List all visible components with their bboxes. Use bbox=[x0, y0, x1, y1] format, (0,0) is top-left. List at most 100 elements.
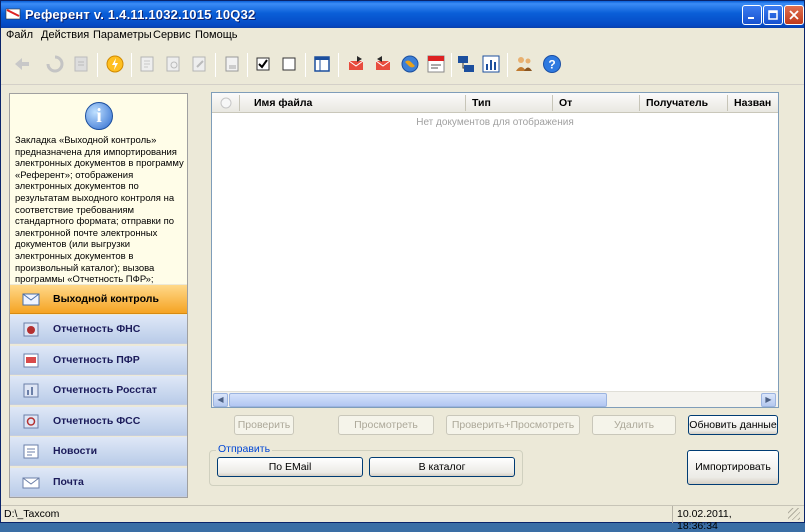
send-email-button[interactable]: По EMail bbox=[217, 457, 363, 477]
import-arrow-icon[interactable] bbox=[12, 54, 32, 74]
report-test-icon[interactable] bbox=[426, 54, 446, 74]
import-button[interactable]: Импортировать bbox=[687, 450, 779, 485]
status-path: D:\_Taxcom bbox=[4, 508, 60, 520]
nav-label: Отчетность ФСС bbox=[53, 415, 141, 427]
network-icon[interactable] bbox=[456, 54, 476, 74]
column-separator bbox=[727, 95, 728, 111]
toolbar: ? bbox=[1, 45, 804, 85]
refresh-icon[interactable] bbox=[45, 54, 65, 74]
menu-bar: Файл Действия Параметры Сервис Помощь bbox=[1, 28, 804, 44]
maximize-icon bbox=[768, 10, 778, 20]
left-panel: i Закладка «Выходной контроль» предназна… bbox=[9, 93, 188, 498]
column-header-name[interactable]: Назван bbox=[734, 97, 771, 109]
sign-icon[interactable] bbox=[105, 54, 125, 74]
nav-label: Отчетность ПФР bbox=[53, 354, 140, 366]
app-window: Референт v. 1.4.11.1032.1015 10Q32 Файл … bbox=[0, 0, 805, 532]
toolbar-separator bbox=[97, 53, 98, 77]
chart-icon[interactable] bbox=[481, 54, 501, 74]
nav-pfr[interactable]: Отчетность ПФР bbox=[10, 346, 187, 375]
svg-text:?: ? bbox=[548, 58, 555, 72]
mail-send-icon[interactable] bbox=[346, 54, 366, 74]
column-separator bbox=[639, 95, 640, 111]
window-title: Референт v. 1.4.11.1032.1015 10Q32 bbox=[25, 7, 256, 22]
title-bar[interactable]: Референт v. 1.4.11.1032.1015 10Q32 bbox=[1, 1, 804, 28]
scroll-thumb[interactable] bbox=[229, 393, 607, 407]
minimize-button[interactable] bbox=[742, 5, 762, 25]
close-icon bbox=[789, 10, 799, 20]
nav-mail[interactable]: Почта bbox=[10, 468, 187, 497]
uncheck-all-icon[interactable] bbox=[279, 54, 299, 74]
check-all-icon[interactable] bbox=[253, 54, 273, 74]
column-header-recipient[interactable]: Получатель bbox=[646, 97, 708, 109]
refresh-data-button[interactable]: Обновить данные bbox=[688, 415, 778, 435]
document-check-icon[interactable] bbox=[137, 54, 157, 74]
toolbar-separator bbox=[451, 53, 452, 77]
fss-icon bbox=[23, 414, 39, 429]
nav-rosstat[interactable]: Отчетность Росстат bbox=[10, 376, 187, 405]
app-logo-icon bbox=[5, 8, 21, 20]
help-icon[interactable]: ? bbox=[542, 54, 562, 74]
check-button[interactable]: Проверить bbox=[234, 415, 294, 435]
nav-news[interactable]: Новости bbox=[10, 437, 187, 466]
news-icon bbox=[23, 444, 39, 459]
column-separator bbox=[239, 95, 240, 111]
document-view-icon[interactable] bbox=[163, 54, 183, 74]
delete-button[interactable]: Удалить bbox=[592, 415, 676, 435]
nav-output-control[interactable]: Выходной контроль bbox=[10, 285, 187, 314]
columns-icon[interactable] bbox=[312, 54, 332, 74]
select-all-icon[interactable] bbox=[220, 97, 232, 109]
menu-actions[interactable]: Действия bbox=[41, 29, 89, 41]
send-to-catalog-button[interactable]: В каталог bbox=[369, 457, 515, 477]
documents-grid[interactable]: Имя файла Тип От Получатель Назван Нет д… bbox=[211, 92, 779, 408]
nav-label: Выходной контроль bbox=[53, 293, 159, 305]
column-header-filename[interactable]: Имя файла bbox=[254, 97, 312, 109]
grid-header: Имя файла Тип От Получатель Назван bbox=[212, 93, 778, 113]
column-separator bbox=[552, 95, 553, 111]
status-bar: D:\_Taxcom 10.02.2011, 18:36:34 bbox=[1, 505, 804, 532]
globe-icon[interactable] bbox=[400, 54, 420, 74]
toolbar-separator bbox=[338, 53, 339, 77]
maximize-button[interactable] bbox=[763, 5, 783, 25]
fns-icon bbox=[23, 322, 39, 337]
toolbar-separator bbox=[507, 53, 508, 77]
nav-label: Новости bbox=[53, 445, 98, 457]
mail-receive-icon[interactable] bbox=[373, 54, 393, 74]
nav-label: Отчетность ФНС bbox=[53, 323, 141, 335]
users-icon[interactable] bbox=[514, 54, 534, 74]
send-group-label: Отправить bbox=[216, 443, 273, 455]
toolbar-separator bbox=[131, 53, 132, 77]
toolbar-separator bbox=[305, 53, 306, 77]
column-header-from[interactable]: От bbox=[559, 97, 572, 109]
menu-service[interactable]: Сервис bbox=[153, 29, 191, 41]
document-print-icon[interactable] bbox=[222, 54, 242, 74]
horizontal-scrollbar[interactable]: ◀ ▶ bbox=[212, 391, 778, 407]
minimize-icon bbox=[748, 17, 754, 19]
mail-icon bbox=[22, 477, 40, 489]
toolbar-separator bbox=[247, 53, 248, 77]
info-icon: i bbox=[85, 102, 113, 130]
nav-label: Отчетность Росстат bbox=[53, 384, 158, 396]
output-control-icon bbox=[22, 293, 40, 306]
column-header-type[interactable]: Тип bbox=[472, 97, 491, 109]
nav-fss[interactable]: Отчетность ФСС bbox=[10, 407, 187, 436]
empty-message: Нет документов для отображения bbox=[416, 117, 574, 128]
scroll-right-icon[interactable]: ▶ bbox=[761, 393, 776, 407]
column-separator bbox=[465, 95, 466, 111]
view-button[interactable]: Просмотреть bbox=[338, 415, 434, 435]
document-edit-icon[interactable] bbox=[189, 54, 209, 74]
menu-parameters[interactable]: Параметры bbox=[93, 29, 152, 41]
nav-label: Почта bbox=[53, 476, 84, 488]
resize-grip-icon[interactable] bbox=[788, 508, 800, 520]
menu-file[interactable]: Файл bbox=[6, 29, 33, 41]
export-icon[interactable] bbox=[71, 54, 91, 74]
rosstat-icon bbox=[23, 383, 39, 398]
info-box: i Закладка «Выходной контроль» предназна… bbox=[10, 94, 187, 284]
close-button[interactable] bbox=[784, 5, 804, 25]
check-view-button[interactable]: Проверить+Просмотреть bbox=[446, 415, 580, 435]
pfr-icon bbox=[23, 353, 39, 368]
status-datetime: 10.02.2011, 18:36:34 bbox=[672, 506, 775, 532]
toolbar-separator bbox=[215, 53, 216, 77]
menu-help[interactable]: Помощь bbox=[195, 29, 238, 41]
nav-fns[interactable]: Отчетность ФНС bbox=[10, 315, 187, 344]
scroll-left-icon[interactable]: ◀ bbox=[213, 393, 228, 407]
